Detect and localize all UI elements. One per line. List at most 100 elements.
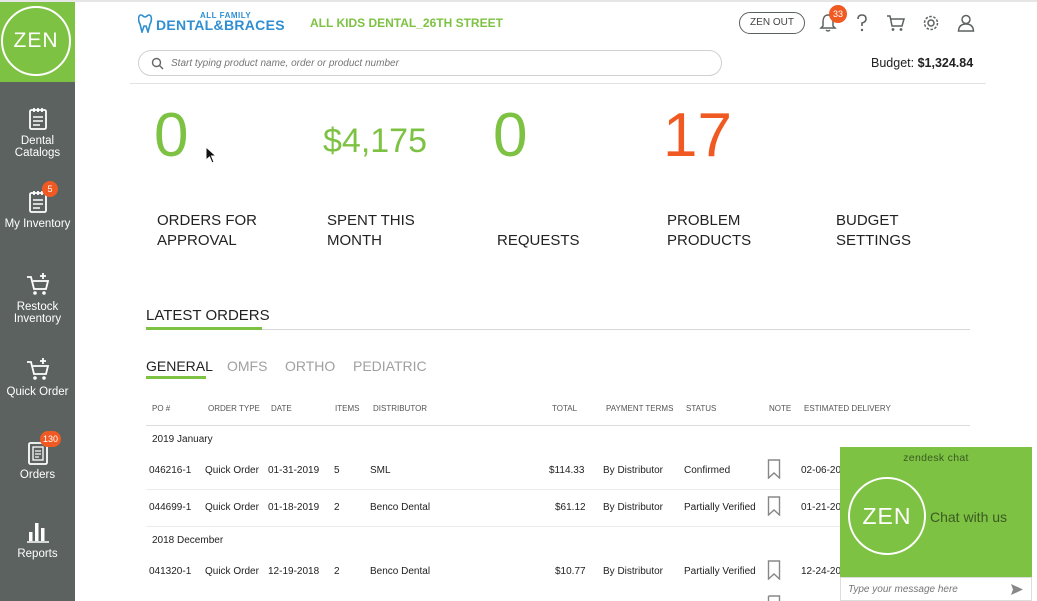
cell-distributor: SML [370,465,391,476]
cell-po[interactable]: 041320-1 [149,566,191,577]
spent-this-month-value[interactable]: $4,175 [323,122,427,161]
tab-general[interactable]: GENERAL [146,358,213,374]
chat-input-box[interactable] [840,577,1032,601]
stat-label-line: APPROVAL [157,232,237,249]
help-icon[interactable] [852,13,872,33]
section-divider [146,329,970,330]
bookmark-icon[interactable] [767,496,781,516]
sidebar-item-label: Restock [16,301,59,313]
active-tab-underline [146,376,206,379]
cell-status: Partially Verified [684,502,756,513]
column-header-payment-terms[interactable]: PAYMENT TERMS [606,404,673,413]
sidebar-item-label: Catalogs [14,147,61,159]
cell-items: 2 [334,502,340,513]
spent-this-month-label[interactable]: SPENT THIS MONTH [327,211,415,251]
sidebar-item-orders[interactable]: 130 Orders [0,431,75,481]
cell-distributor: Benco Dental [370,566,431,577]
budget-value: $1,324.84 [917,56,974,70]
search-icon [151,57,164,70]
requests-value[interactable]: 0 [493,100,527,171]
cell-status: Confirmed [684,465,731,476]
zen-logo-box[interactable]: ZEN [0,2,75,82]
column-header-po[interactable]: PO # [152,404,170,413]
stat-label-line: PROBLEM [667,212,741,229]
stat-label-line: REQUESTS [497,232,580,249]
stat-label-line: SETTINGS [836,232,912,249]
inventory-badge: 5 [42,181,58,197]
header-divider [130,83,986,84]
latest-orders-title: LATEST ORDERS [146,307,270,324]
cart-icon[interactable] [886,13,906,33]
sidebar-item-quick-order[interactable]: Quick Order [0,357,75,398]
tab-ortho[interactable]: ORTHO [285,358,335,374]
zen-out-button[interactable]: ZEN OUT [739,12,805,34]
brand-logo[interactable]: ALL FAMILY DENTAL&BRACES [138,11,300,34]
column-header-status[interactable]: STATUS [686,404,716,413]
user-icon[interactable] [956,13,976,33]
column-header-note[interactable]: NOTE [769,404,791,413]
cell-order-type: Quick Order [205,465,259,476]
column-header-date[interactable]: DATE [271,404,292,413]
search-bar[interactable] [138,50,722,76]
sidebar-item-label: Reports [17,548,58,560]
column-header-items[interactable]: ITEMS [335,404,359,413]
budget-display: Budget: $1,324.84 [871,56,973,70]
cell-po[interactable]: 044699-1 [149,502,191,513]
sidebar-item-label: My Inventory [4,218,71,230]
group-label-2018-december: 2018 December [152,535,224,546]
cell-estimated-delivery: 02-06-20 [801,465,842,476]
tab-pediatric[interactable]: PEDIATRIC [353,358,427,374]
cell-payment-terms: By Distributor [603,465,664,476]
gear-icon[interactable] [921,13,941,33]
cell-total: $10.77 [555,566,586,577]
problem-products-value[interactable]: 17 [663,100,732,171]
title-underline [146,327,262,330]
sidebar-item-my-inventory[interactable]: 5 My Inventory [0,181,75,230]
budget-settings-link[interactable]: BUDGET SETTINGS [836,211,911,251]
cell-date: 01-31-2019 [268,465,320,476]
stat-label-line: PRODUCTS [667,232,752,249]
location-name: ALL KIDS DENTAL_26TH STREET [310,16,503,30]
bookmark-icon[interactable] [767,560,781,580]
cell-status: Partially Verified [684,566,756,577]
requests-label[interactable]: REQUESTS [497,231,580,251]
cell-order-type: Quick Order [205,566,259,577]
problem-products-label[interactable]: PROBLEM PRODUCTS [667,211,751,251]
chat-with-us-button[interactable]: Chat with us [930,509,1007,525]
cell-distributor: Benco Dental [370,502,431,513]
sidebar-item-reports[interactable]: Reports [0,519,75,560]
catalog-icon [28,108,47,130]
cell-date: 12-19-2018 [268,566,320,577]
column-header-total[interactable]: TOTAL [552,404,577,413]
budget-label: Budget: [871,56,915,70]
chat-message-input[interactable] [848,582,1008,597]
chat-header: zendesk chat [903,452,969,464]
quick-order-cart-icon [26,358,49,380]
sidebar-item-label: Inventory [13,313,62,325]
stat-label-line: BUDGET [836,212,899,229]
sidebar-item-restock-inventory[interactable]: Restock Inventory [0,272,75,325]
sidebar-item-label: Dental [20,135,55,147]
search-input[interactable] [171,54,711,72]
orders-for-approval-value[interactable]: 0 [154,100,188,171]
bookmark-icon[interactable] [767,459,781,479]
column-header-distributor[interactable]: DISTRIBUTOR [373,404,427,413]
tab-omfs[interactable]: OMFS [227,358,267,374]
cell-po[interactable]: 046216-1 [149,465,191,476]
column-header-estimated-delivery[interactable]: ESTIMATED DELIVERY [804,404,891,413]
column-header-order-type[interactable]: ORDER TYPE [208,404,260,413]
zendesk-chat-widget[interactable]: zendesk chat ZEN Chat with us [840,447,1032,601]
cell-date: 01-18-2019 [268,502,320,513]
reports-chart-icon [26,523,49,543]
chat-zen-logo: ZEN [848,477,926,555]
send-arrow-icon[interactable] [1010,583,1024,596]
cell-total: $61.12 [555,502,586,513]
cell-order-type: Quick Order [205,502,259,513]
stat-label-line: ORDERS FOR [157,212,258,229]
sidebar-item-dental-catalogs[interactable]: Dental Catalogs [0,106,75,159]
cell-total: $114.33 [549,465,585,476]
bookmark-icon[interactable] [767,595,781,601]
orders-for-approval-label[interactable]: ORDERS FOR APPROVAL [157,211,257,251]
sidebar-item-label: Quick Order [6,386,69,398]
group-label-2019-january: 2019 January [152,434,213,445]
